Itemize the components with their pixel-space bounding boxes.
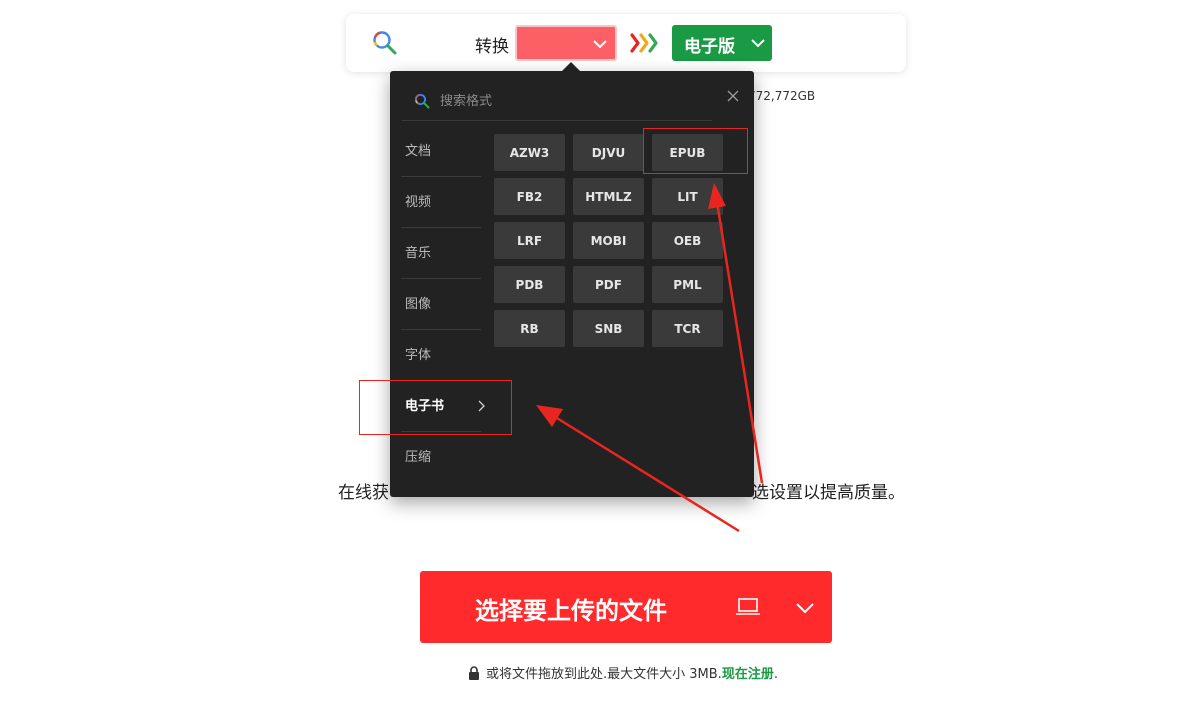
- close-icon[interactable]: [726, 89, 740, 103]
- format-button[interactable]: MOBI: [573, 222, 644, 259]
- format-button[interactable]: AZW3: [494, 134, 565, 171]
- to-format-label: 电子版: [684, 37, 735, 57]
- chevron-right-icon: [478, 400, 485, 412]
- category-item-document[interactable]: 文档: [401, 126, 481, 177]
- format-button[interactable]: LRF: [494, 222, 565, 259]
- search-icon: [415, 94, 430, 109]
- format-button[interactable]: PML: [652, 266, 723, 303]
- format-search: [402, 81, 712, 121]
- format-button[interactable]: PDB: [494, 266, 565, 303]
- category-item-font[interactable]: 字体: [401, 330, 481, 381]
- format-search-input[interactable]: [440, 91, 700, 111]
- format-button[interactable]: LIT: [652, 178, 723, 215]
- upload-label: 选择要上传的文件: [475, 597, 667, 625]
- category-item-audio[interactable]: 音乐: [401, 228, 481, 279]
- to-format-select[interactable]: 电子版: [672, 25, 772, 61]
- chevron-down-icon: [593, 40, 607, 49]
- chevron-down-icon[interactable]: [794, 598, 816, 618]
- from-format-select[interactable]: [515, 25, 617, 61]
- category-item-ebook[interactable]: 电子书: [401, 381, 485, 432]
- upload-file-button[interactable]: 选择要上传的文件: [420, 571, 832, 643]
- headline-right: 选设置以提高质量。: [752, 483, 905, 503]
- footnote-tail: .: [773, 667, 778, 682]
- format-button[interactable]: FB2: [494, 178, 565, 215]
- category-item-image[interactable]: 图像: [401, 279, 481, 330]
- footnote-text: 或将文件拖放到此处.最大文件大小 3MB.: [486, 667, 722, 682]
- lock-icon: [469, 666, 479, 680]
- laptop-icon[interactable]: [736, 597, 760, 617]
- register-link[interactable]: 现在注册: [722, 667, 774, 682]
- converter-bar: 转换 电子版: [346, 14, 906, 72]
- triple-arrow-icon: [630, 33, 658, 53]
- format-button[interactable]: OEB: [652, 222, 723, 259]
- format-grid: AZW3 DJVU EPUB FB2 HTMLZ LIT LRF MOBI OE…: [494, 134, 726, 347]
- format-button[interactable]: TCR: [652, 310, 723, 347]
- format-button[interactable]: DJVU: [573, 134, 644, 171]
- category-list: 文档 视频 音乐 图像 字体 电子书 压缩: [401, 126, 485, 483]
- chevron-down-icon: [751, 39, 765, 48]
- format-button[interactable]: HTMLZ: [573, 178, 644, 215]
- search-icon[interactable]: [372, 30, 398, 56]
- category-item-archive[interactable]: 压缩: [401, 432, 481, 483]
- format-button[interactable]: RB: [494, 310, 565, 347]
- format-button[interactable]: EPUB: [652, 134, 723, 171]
- format-button[interactable]: PDF: [573, 266, 644, 303]
- format-button[interactable]: SNB: [573, 310, 644, 347]
- convert-label: 转换: [475, 37, 509, 57]
- headline-left: 在线获: [338, 483, 389, 503]
- category-item-video[interactable]: 视频: [401, 177, 481, 228]
- format-dropdown: 文档 视频 音乐 图像 字体 电子书 压缩 AZW3 DJVU EPUB FB2…: [390, 71, 754, 497]
- upload-footnote: 或将文件拖放到此处.最大文件大小 3MB.现在注册.: [468, 663, 778, 682]
- storage-total-text: 772,772GB: [748, 89, 816, 103]
